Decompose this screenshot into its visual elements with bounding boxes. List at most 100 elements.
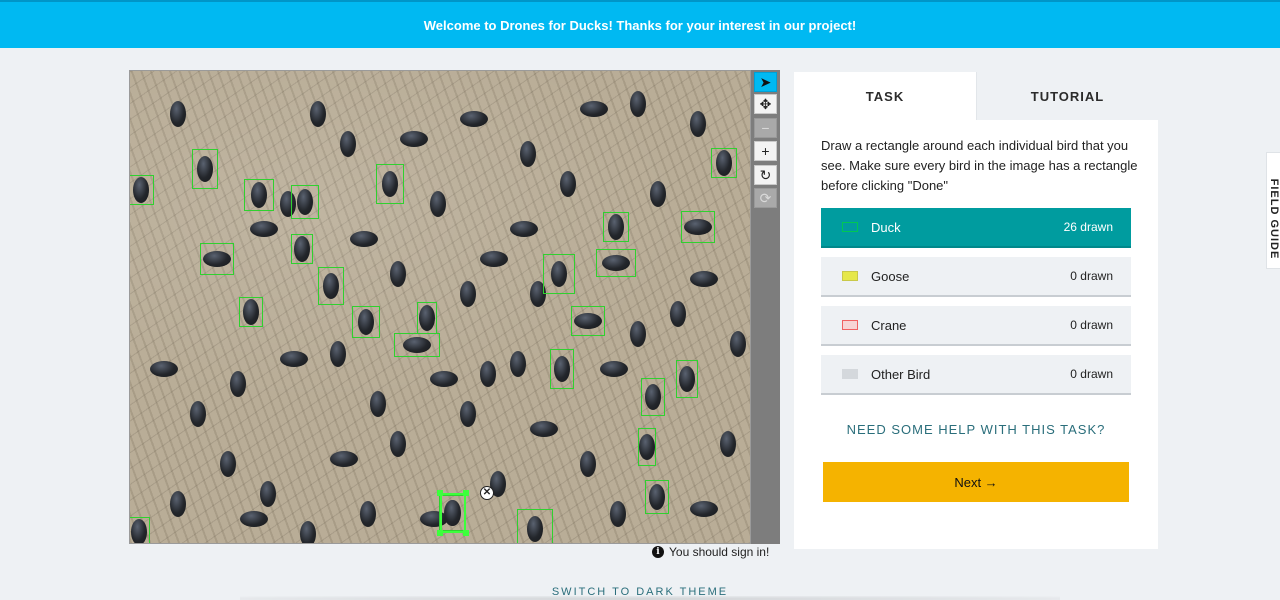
bird <box>630 91 646 117</box>
tool-option-count: 0 drawn <box>1070 367 1113 381</box>
bird <box>510 221 538 237</box>
duck-annotation-box[interactable] <box>291 185 319 219</box>
bird <box>350 231 378 247</box>
bird <box>430 371 458 387</box>
bird <box>390 261 406 287</box>
duck-annotation-box[interactable] <box>192 149 218 189</box>
bird <box>460 111 488 127</box>
duck-annotation-box[interactable] <box>645 480 669 514</box>
bird <box>720 431 736 457</box>
bird <box>220 451 236 477</box>
bird <box>650 181 666 207</box>
duck-annotation-box[interactable] <box>517 509 553 543</box>
bird <box>690 111 706 137</box>
tab-task[interactable]: TASK <box>794 72 976 120</box>
bird <box>430 191 446 217</box>
duck-annotation-box[interactable] <box>200 243 234 275</box>
bird <box>230 371 246 397</box>
bird <box>190 401 206 427</box>
bird <box>560 171 576 197</box>
bird <box>520 141 536 167</box>
bird <box>530 421 558 437</box>
duck-annotation-box[interactable] <box>711 148 737 178</box>
image-toolbar: ➤ ✥ − + ↻ ⟳ <box>751 70 780 544</box>
duck-annotation-box[interactable] <box>291 234 313 264</box>
duck-annotation-box[interactable] <box>543 254 575 294</box>
bird <box>170 101 186 127</box>
duck-annotation-box[interactable] <box>376 164 404 204</box>
welcome-banner: Welcome to Drones for Ducks! Thanks for … <box>0 0 1280 48</box>
move-icon[interactable]: ✥ <box>754 94 777 114</box>
duck-color-swatch <box>842 222 858 232</box>
subject-image-viewer[interactable]: ✕ <box>129 70 751 544</box>
reset-icon[interactable]: ⟳ <box>754 188 777 208</box>
bird <box>250 221 278 237</box>
tool-option-crane[interactable]: Crane 0 drawn <box>821 306 1131 346</box>
tool-option-other-bird[interactable]: Other Bird 0 drawn <box>821 355 1131 395</box>
bird <box>330 341 346 367</box>
tool-option-duck[interactable]: Duck 26 drawn <box>821 208 1131 248</box>
bird <box>310 101 326 127</box>
duck-annotation-box[interactable] <box>130 175 154 205</box>
duck-annotation-box[interactable] <box>641 378 665 416</box>
bird <box>370 391 386 417</box>
next-button[interactable]: Next → <box>823 462 1129 502</box>
resize-handle[interactable] <box>437 530 443 536</box>
bird <box>360 501 376 527</box>
bird <box>730 331 746 357</box>
duck-annotation-box[interactable] <box>352 306 380 338</box>
zoom-out-icon[interactable]: − <box>754 118 777 138</box>
resize-handle[interactable] <box>463 530 469 536</box>
duck-annotation-box[interactable] <box>417 302 437 334</box>
field-guide-tab[interactable]: FIELD GUIDE <box>1266 152 1280 269</box>
bird <box>340 131 356 157</box>
bird <box>170 491 186 517</box>
duck-annotation-box[interactable] <box>130 517 150 543</box>
field-guide-label: FIELD GUIDE <box>1268 178 1280 260</box>
tab-tutorial[interactable]: TUTORIAL <box>976 72 1158 120</box>
bird <box>150 361 178 377</box>
duck-annotation-box[interactable] <box>681 211 715 243</box>
bird <box>480 251 508 267</box>
duck-annotation-box[interactable] <box>318 267 344 305</box>
task-tabs: TASK TUTORIAL <box>794 72 1158 120</box>
tool-option-label: Other Bird <box>871 366 931 382</box>
tool-option-count: 26 drawn <box>1063 220 1113 234</box>
other-bird-color-swatch <box>842 369 858 379</box>
help-link[interactable]: NEED SOME HELP WITH THIS TASK? <box>794 422 1158 437</box>
bird <box>580 451 596 477</box>
sign-in-text: You should sign in! <box>669 545 770 559</box>
welcome-banner-text: Welcome to Drones for Ducks! Thanks for … <box>423 17 857 33</box>
rotate-icon[interactable]: ↻ <box>754 165 777 185</box>
tool-option-label: Goose <box>871 268 910 284</box>
tool-option-goose[interactable]: Goose 0 drawn <box>821 257 1131 297</box>
bird <box>280 351 308 367</box>
task-panel: TASK TUTORIAL Draw a rectangle around ea… <box>794 72 1158 549</box>
sign-in-notice[interactable]: i You should sign in! <box>652 545 769 559</box>
selected-annotation-box[interactable] <box>440 493 466 533</box>
resize-handle[interactable] <box>463 490 469 496</box>
duck-annotation-box[interactable] <box>239 297 263 327</box>
bird <box>480 361 496 387</box>
tool-option-label: Crane <box>871 317 907 333</box>
bird <box>330 451 358 467</box>
duck-annotation-box[interactable] <box>596 249 636 277</box>
delete-annotation-icon[interactable]: ✕ <box>480 486 494 500</box>
duck-annotation-box[interactable] <box>603 212 629 242</box>
resize-handle[interactable] <box>437 490 443 496</box>
task-instructions: Draw a rectangle around each individual … <box>821 138 1138 193</box>
duck-annotation-box[interactable] <box>638 428 656 466</box>
bird <box>610 501 626 527</box>
pointer-icon[interactable]: ➤ <box>754 72 777 92</box>
bird <box>580 101 608 117</box>
duck-annotation-box[interactable] <box>394 333 440 357</box>
duck-annotation-box[interactable] <box>550 349 574 389</box>
footer-shadow <box>240 596 1060 600</box>
zoom-in-icon[interactable]: + <box>754 141 777 161</box>
bird <box>390 431 406 457</box>
bird <box>460 401 476 427</box>
bird <box>300 521 316 543</box>
duck-annotation-box[interactable] <box>244 179 274 211</box>
duck-annotation-box[interactable] <box>571 306 605 336</box>
duck-annotation-box[interactable] <box>676 360 698 398</box>
